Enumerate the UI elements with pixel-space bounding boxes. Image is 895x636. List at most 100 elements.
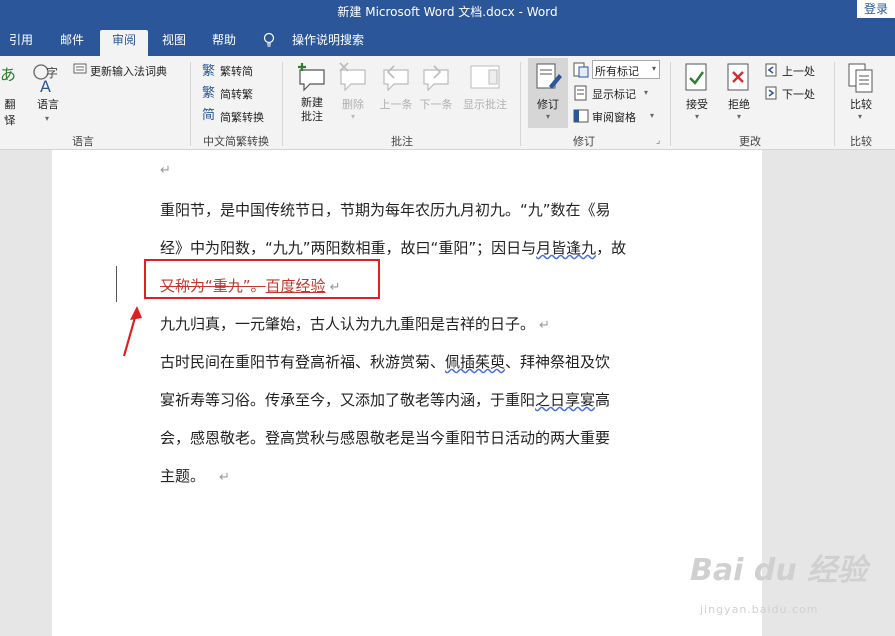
new-comment-icon xyxy=(298,63,325,92)
to-simplified-button[interactable]: 繁转简 xyxy=(220,63,253,79)
group-language-label: 语言 xyxy=(72,135,94,148)
svg-text:A: A xyxy=(40,77,51,94)
markup-select[interactable]: 所有标记 ▾ xyxy=(592,60,660,79)
markup-select-value: 所有标记 xyxy=(595,65,639,78)
tell-me-search[interactable]: 操作说明搜索 xyxy=(286,30,370,56)
text-run: 古时民间在重阳节有登高祈福、秋游赏菊、 xyxy=(160,353,446,371)
show-markup-button[interactable]: 显示标记 xyxy=(592,86,636,102)
show-comments-icon xyxy=(470,65,500,89)
text-run: ，故 xyxy=(596,239,627,257)
previous-comment-icon xyxy=(383,65,409,92)
annotation-arrow-icon xyxy=(122,306,142,357)
separator xyxy=(670,62,671,146)
language-button[interactable]: 语言 xyxy=(32,96,64,112)
previous-comment-button[interactable]: 上一条 xyxy=(374,96,418,112)
text-run: 九九归真，一元肇始，古人认为九九重阳是吉祥的日子。 xyxy=(160,315,536,333)
empty-paragraph: ↵ xyxy=(160,160,171,178)
group-chinese-label: 中文简繁转换 xyxy=(203,135,269,148)
reviewing-pane-icon xyxy=(573,109,589,123)
track-changes-button[interactable]: 修订 xyxy=(530,96,566,112)
ribbon-tabs: 引用 邮件 审阅 视图 帮助 操作说明搜索 xyxy=(0,22,895,56)
svg-text:繁: 繁 xyxy=(202,63,215,78)
next-comment-button[interactable]: 下一条 xyxy=(414,96,458,112)
reject-icon xyxy=(727,63,749,91)
show-markup-dropdown-icon: ▾ xyxy=(644,88,649,97)
separator xyxy=(834,62,835,146)
language-icon: 字 A xyxy=(33,64,58,94)
tab-help[interactable]: 帮助 xyxy=(202,30,246,56)
tracking-options-launcher-icon[interactable]: ⌟ xyxy=(656,136,660,146)
text-run: 会，感恩敬老。登高赏秋与感恩敬老是当今重阳节日活动的两大重要 xyxy=(160,429,611,447)
reviewing-pane-button[interactable]: 审阅窗格 xyxy=(592,109,636,125)
lightbulb-icon xyxy=(263,32,275,47)
group-comments-label: 批注 xyxy=(391,135,413,148)
next-change-button[interactable]: 下一处 xyxy=(782,86,815,102)
ribbon: あ 翻译 ▾ 字 A 语言 ▾ 更新输入法词典 语言 繁 繁转简 繁 简转繁 简… xyxy=(0,56,895,150)
svg-text:繁: 繁 xyxy=(202,85,215,100)
update-ime-button[interactable]: 更新输入法词典 xyxy=(90,63,167,79)
spellcheck-text: 之日享宴 xyxy=(535,391,596,409)
paragraph-line-5[interactable]: 古时民间在重阳节有登高祈福、秋游赏菊、佩插茱萸、拜神祭祖及饮 xyxy=(160,351,610,372)
svg-text:简: 简 xyxy=(202,107,215,122)
login-button[interactable]: 登录 xyxy=(857,0,895,18)
text-run: 、拜神祭祖及饮 xyxy=(505,353,611,371)
delete-dropdown-icon: ▾ xyxy=(351,112,356,121)
revision-change-bar xyxy=(116,266,117,302)
watermark-logo: Bai du 经验 xyxy=(690,553,868,588)
reject-button[interactable]: 拒绝 xyxy=(722,96,756,112)
tab-review[interactable]: 审阅 xyxy=(100,30,148,56)
markup-select-chevron-icon: ▾ xyxy=(651,64,656,73)
show-comments-button[interactable]: 显示批注 xyxy=(458,96,512,112)
annotation-highlight-box xyxy=(144,259,380,299)
compare-button[interactable]: 比较 xyxy=(844,96,878,112)
language-dropdown-icon: ▾ xyxy=(45,114,50,123)
next-change-icon xyxy=(765,86,777,100)
paragraph-line-4[interactable]: 九九归真，一元肇始，古人认为九九重阳是吉祥的日子。 ↵ xyxy=(160,313,550,334)
delete-comment-button[interactable]: 删除 xyxy=(336,96,370,112)
svg-text:あ: あ xyxy=(0,65,16,84)
markup-display-icon xyxy=(573,62,589,78)
previous-change-button[interactable]: 上一处 xyxy=(782,63,815,79)
text-run: 经》中为阳数，“九九”两阳数相重，故曰“重阳”；因日与 xyxy=(160,239,537,257)
separator xyxy=(190,62,191,146)
tab-references[interactable]: 引用 xyxy=(0,30,42,56)
paragraph-mark: ↵ xyxy=(160,163,171,178)
text-run: 重阳节，是中国传统节日，节期为每年农历九月初九。“九”数在《易 xyxy=(160,201,611,219)
group-changes-label: 更改 xyxy=(739,135,761,148)
reject-dropdown-icon: ▾ xyxy=(737,112,742,121)
accept-button[interactable]: 接受 xyxy=(680,96,714,112)
window-title: 新建 Microsoft Word 文档.docx - Word xyxy=(337,5,558,19)
to-traditional-icon: 繁 xyxy=(202,85,215,100)
text-run: 高 xyxy=(595,391,611,409)
conversion-icon: 简 xyxy=(202,107,215,122)
to-traditional-button[interactable]: 简转繁 xyxy=(220,86,253,102)
paragraph-line-7[interactable]: 会，感恩敬老。登高赏秋与感恩敬老是当今重阳节日活动的两大重要 xyxy=(160,427,610,448)
spellcheck-text: 佩插茱萸 xyxy=(445,353,506,371)
tab-mailings[interactable]: 邮件 xyxy=(50,30,94,56)
accept-icon xyxy=(685,63,707,91)
paragraph-mark: ↵ xyxy=(219,470,230,485)
reviewing-pane-dropdown-icon: ▾ xyxy=(650,111,655,120)
accept-dropdown-icon: ▾ xyxy=(695,112,700,121)
paragraph-line-8[interactable]: 主题。 ↵ xyxy=(160,465,230,486)
paragraph-line-6[interactable]: 宴祈寿等习俗。传承至今，又添加了敬老等内涵，于重阳之日享宴高 xyxy=(160,389,610,410)
conversion-button[interactable]: 简繁转换 xyxy=(220,109,264,125)
to-simplified-icon: 繁 xyxy=(202,63,215,78)
group-tracking-label: 修订 xyxy=(573,135,595,148)
title-bar: 新建 Microsoft Word 文档.docx - Word 登录 xyxy=(0,0,895,22)
translate-icon: あ xyxy=(0,65,16,84)
compare-icon xyxy=(848,63,873,93)
paragraph-line-2[interactable]: 经》中为阳数，“九九”两阳数相重，故曰“重阳”；因日与月皆逢九，故 xyxy=(160,237,626,258)
delete-comment-icon xyxy=(339,62,366,92)
group-compare-label: 比较 xyxy=(850,135,872,148)
compare-dropdown-icon: ▾ xyxy=(858,112,863,121)
new-comment-button[interactable]: 新建 批注 xyxy=(290,96,334,124)
show-markup-icon xyxy=(574,85,587,101)
translate-button[interactable]: 翻译 xyxy=(0,96,20,128)
text-run: 主题。 xyxy=(160,467,206,485)
tab-view[interactable]: 视图 xyxy=(152,30,196,56)
separator xyxy=(282,62,283,146)
paragraph-line-1[interactable]: 重阳节，是中国传统节日，节期为每年农历九月初九。“九”数在《易 xyxy=(160,199,611,220)
translate-dropdown-icon: ▾ xyxy=(4,114,9,123)
text-run: 宴祈寿等习俗。传承至今，又添加了敬老等内涵，于重阳 xyxy=(160,391,536,409)
